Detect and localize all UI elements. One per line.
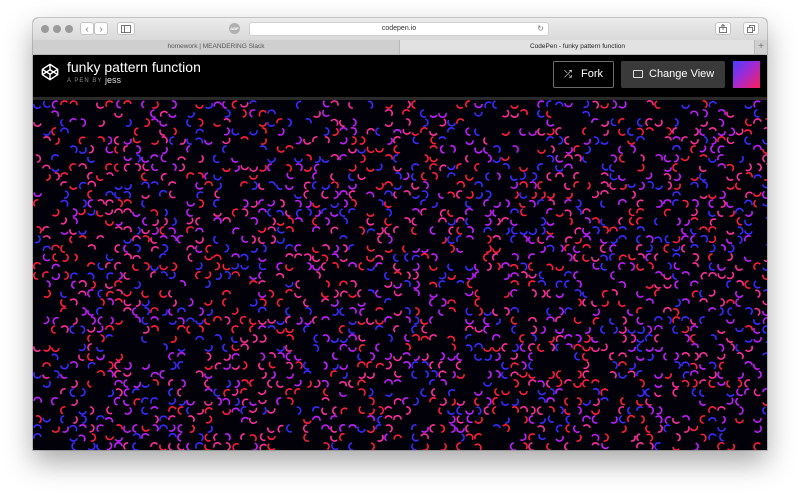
share-icon <box>719 23 727 33</box>
pattern-canvas <box>33 100 767 450</box>
change-view-icon <box>633 70 643 78</box>
extension-icon[interactable]: ABP <box>229 23 240 34</box>
reload-icon[interactable]: ↻ <box>537 23 544 35</box>
pattern-arcs <box>33 100 767 450</box>
fork-label: Fork <box>581 68 603 80</box>
tab-label: homework | MEANDERING Slack <box>167 43 265 50</box>
pen-preview[interactable] <box>33 100 767 450</box>
tabs-overview-icon <box>747 25 755 33</box>
codepen-header: funky pattern function A PEN BY jess ⤮ F… <box>33 55 767 100</box>
browser-toolbar: ‹ › ABP codepen.io ↻ <box>33 18 767 41</box>
pen-by-label: A PEN BY <box>67 78 103 84</box>
new-tab-button[interactable]: + <box>754 40 767 54</box>
tab-label: CodePen - funky pattern function <box>529 43 626 50</box>
share-button[interactable] <box>715 22 731 35</box>
close-window-button[interactable] <box>41 25 49 33</box>
back-button[interactable]: ‹ <box>80 22 94 35</box>
minimize-window-button[interactable] <box>53 25 61 33</box>
avatar[interactable] <box>733 61 760 88</box>
chevron-left-icon: ‹ <box>85 24 89 35</box>
fork-button[interactable]: ⤮ Fork <box>553 61 614 88</box>
codepen-logo-icon[interactable] <box>41 63 59 81</box>
browser-window: ‹ › ABP codepen.io ↻ homework | MEANDERI… <box>33 18 767 450</box>
tab-bar: homework | MEANDERING Slack CodePen - fu… <box>33 40 767 55</box>
address-text: codepen.io <box>381 25 417 32</box>
zoom-window-button[interactable] <box>65 25 73 33</box>
tab-slack[interactable]: homework | MEANDERING Slack <box>33 40 399 54</box>
sidebar-button[interactable] <box>117 22 135 35</box>
address-bar[interactable]: codepen.io ↻ <box>249 22 549 36</box>
pen-title: funky pattern function <box>67 59 201 75</box>
change-view-button[interactable]: Change View <box>621 61 725 88</box>
change-view-label: Change View <box>649 68 715 80</box>
sidebar-icon <box>121 25 131 33</box>
pen-author-link[interactable]: jess <box>105 75 121 85</box>
tab-codepen[interactable]: CodePen - funky pattern function <box>399 40 755 54</box>
chevron-right-icon: › <box>99 24 103 35</box>
forward-button[interactable]: › <box>94 22 108 35</box>
tabs-overview-button[interactable] <box>743 22 759 35</box>
fork-icon: ⤮ <box>564 69 572 80</box>
